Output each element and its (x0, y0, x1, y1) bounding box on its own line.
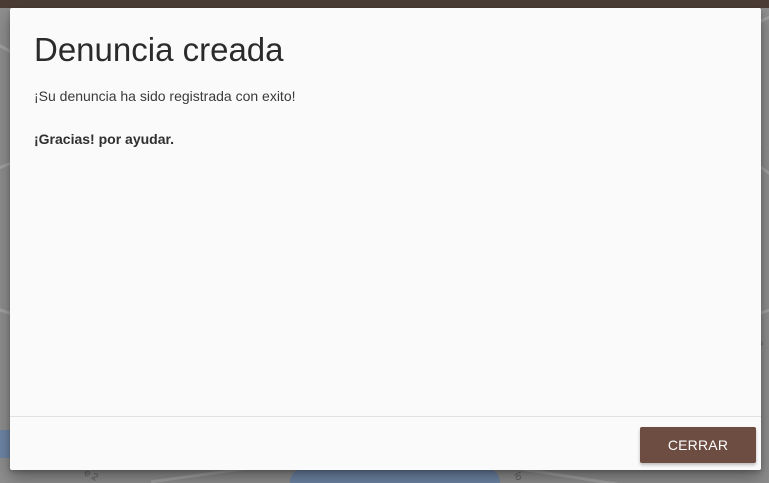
dialog-title: Denuncia creada (34, 31, 284, 68)
map-label: lo (511, 470, 525, 483)
top-app-bar (0, 0, 769, 8)
close-button[interactable]: CERRAR (640, 427, 756, 463)
dialog-message: ¡Su denuncia ha sido registrada con exit… (34, 88, 296, 104)
confirmation-dialog: Denuncia creada ¡Su denuncia ha sido reg… (10, 8, 761, 470)
dialog-footer: CERRAR (10, 416, 761, 470)
dialog-thanks: ¡Gracias! por ayudar. (34, 131, 175, 147)
map-water (290, 468, 500, 483)
